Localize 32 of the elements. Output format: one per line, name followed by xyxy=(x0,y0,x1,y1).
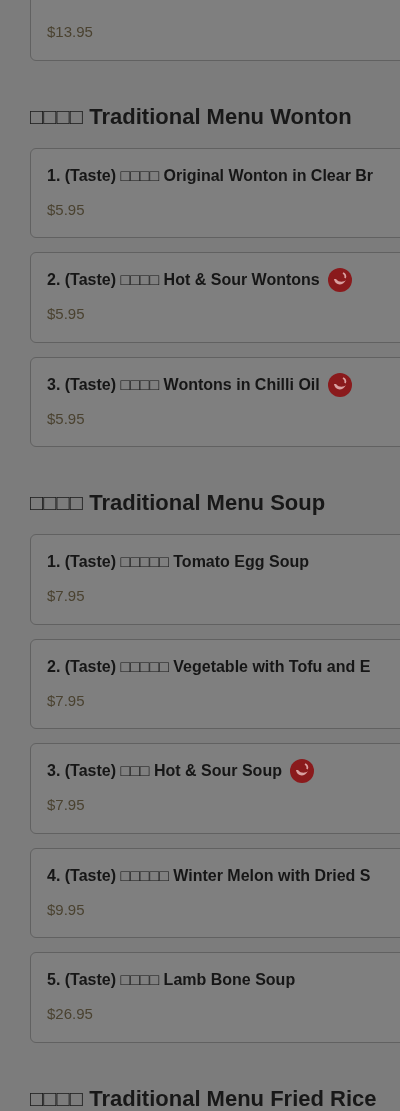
item-name: 5. (Taste) □□□□ Lamb Bone Soup xyxy=(47,970,296,990)
menu-item-card[interactable]: 4. (Taste) □□□□□ Winter Melon with Dried S $9.95 xyxy=(30,847,400,938)
menu-item-card[interactable]: 5. (Taste) □□□□ Lamb Bone Soup $26.95 xyxy=(30,952,400,1043)
item-price: $26.95 xyxy=(47,1004,93,1024)
chili-pepper-icon xyxy=(289,759,314,783)
chili-pepper-icon xyxy=(327,268,352,292)
item-name: 1. (Taste) □□□□ Original Wonton in Clear Br xyxy=(47,165,374,186)
section-heading: □□□□ Traditional Menu Wonton xyxy=(30,102,353,131)
menu-item-card[interactable]: 2. (Taste) □□□□ Hot & Sour Wontons $5.95 xyxy=(30,252,400,343)
item-name: 3. (Taste) □□□□ Wontons in Chilli Oil xyxy=(47,374,320,395)
item-name: 3. (Taste) □□□ Hot & Sour Soup xyxy=(47,761,282,781)
menu-item-card[interactable]: $13.95 xyxy=(30,0,400,61)
item-price: $5.95 xyxy=(47,199,85,220)
item-name: 4. (Taste) □□□□□ Winter Melon with Dried S xyxy=(47,865,371,886)
item-price: $5.95 xyxy=(47,304,85,324)
item-price: $9.95 xyxy=(47,899,85,920)
menu-item-card[interactable]: 1. (Taste) □□□□□ Tomato Egg Soup $7.95 xyxy=(30,534,400,625)
section-heading: □□□□ Traditional Menu Soup xyxy=(30,489,327,517)
item-name: 2. (Taste) □□□□ Hot & Sour Wontons xyxy=(47,270,320,290)
item-price: $7.95 xyxy=(47,690,85,711)
menu-item-card[interactable]: 2. (Taste) □□□□□ Vegetable with Tofu and E $7.95 xyxy=(30,638,400,729)
item-price: $5.95 xyxy=(47,408,85,429)
item-price: $13.95 xyxy=(47,22,93,42)
item-name: 2. (Taste) □□□□□ Vegetable with Tofu and E xyxy=(47,656,371,677)
menu-item-card[interactable]: 3. (Taste) □□□ Hot & Sour Soup $7.95 xyxy=(30,743,400,834)
menu-item-card[interactable]: 3. (Taste) □□□□ Wontons in Chilli Oil $5.95 xyxy=(30,356,400,447)
item-name: 1. (Taste) □□□□□ Tomato Egg Soup xyxy=(47,552,309,572)
section-heading: □□□□ Traditional Menu Fried Rice xyxy=(30,1084,378,1111)
item-price: $7.95 xyxy=(47,795,85,815)
item-price: $7.95 xyxy=(47,586,85,606)
menu-item-card[interactable]: 1. (Taste) □□□□ Original Wonton in Clear Br $5.95 xyxy=(30,147,400,238)
chili-pepper-icon xyxy=(327,372,352,397)
